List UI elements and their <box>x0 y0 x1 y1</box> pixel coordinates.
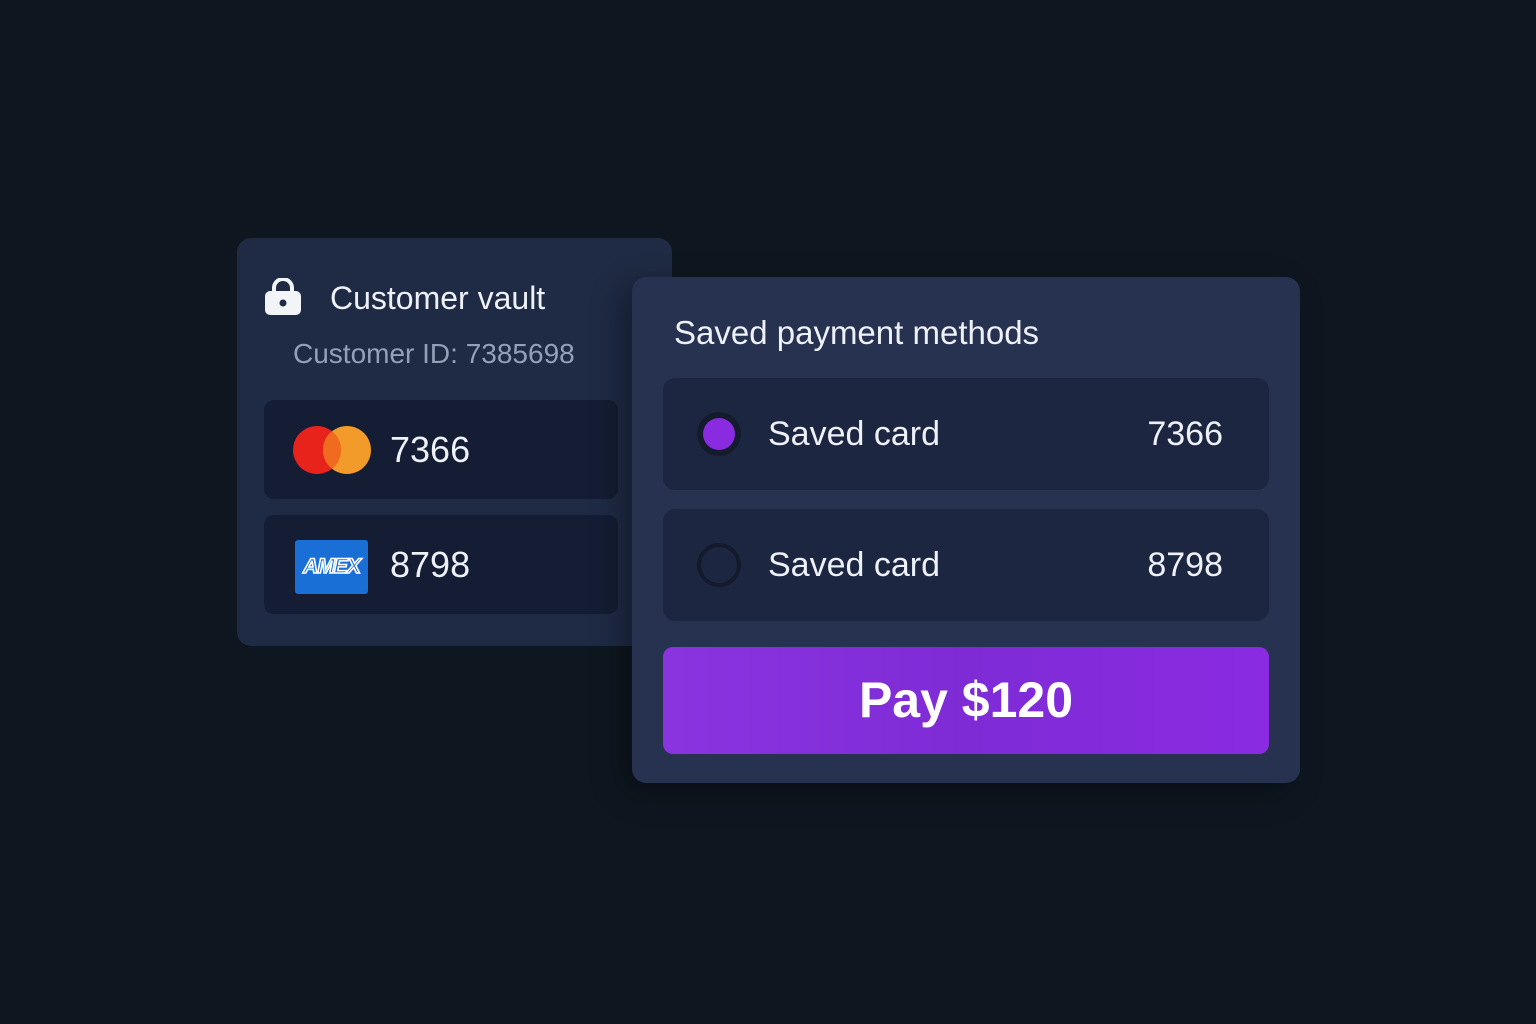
radio-button-selected[interactable] <box>697 412 741 456</box>
vault-card-item-mastercard[interactable]: 7366 <box>264 400 618 499</box>
method-label: Saved card <box>768 546 940 584</box>
payment-method-option-7366[interactable]: Saved card 7366 <box>663 378 1269 490</box>
method-last4: 8798 <box>1147 546 1223 584</box>
card-last4: 8798 <box>390 544 471 585</box>
customer-vault-card: Customer vault Customer ID: 7385698 7366… <box>237 238 672 646</box>
vault-card-item-amex[interactable]: AMEX 8798 <box>264 515 618 614</box>
customer-id: Customer ID: 7385698 <box>293 338 575 369</box>
panel-title: Saved payment methods <box>674 314 1040 351</box>
amex-logo-icon: AMEX <box>295 540 368 594</box>
radio-selected-dot <box>703 418 735 450</box>
radio-button[interactable] <box>697 543 741 587</box>
lock-icon <box>265 278 301 315</box>
pay-button[interactable]: Pay $120 <box>663 647 1269 754</box>
method-label: Saved card <box>768 415 940 453</box>
card-last4: 7366 <box>390 429 471 470</box>
vault-title: Customer vault <box>330 280 546 316</box>
mastercard-logo-icon <box>293 426 371 474</box>
amex-logo-text: AMEX <box>302 554 361 579</box>
method-last4: 7366 <box>1147 415 1223 453</box>
saved-payment-methods-panel: Saved payment methods Saved card 7366 Sa… <box>632 277 1300 783</box>
payment-method-option-8798[interactable]: Saved card 8798 <box>663 509 1269 621</box>
